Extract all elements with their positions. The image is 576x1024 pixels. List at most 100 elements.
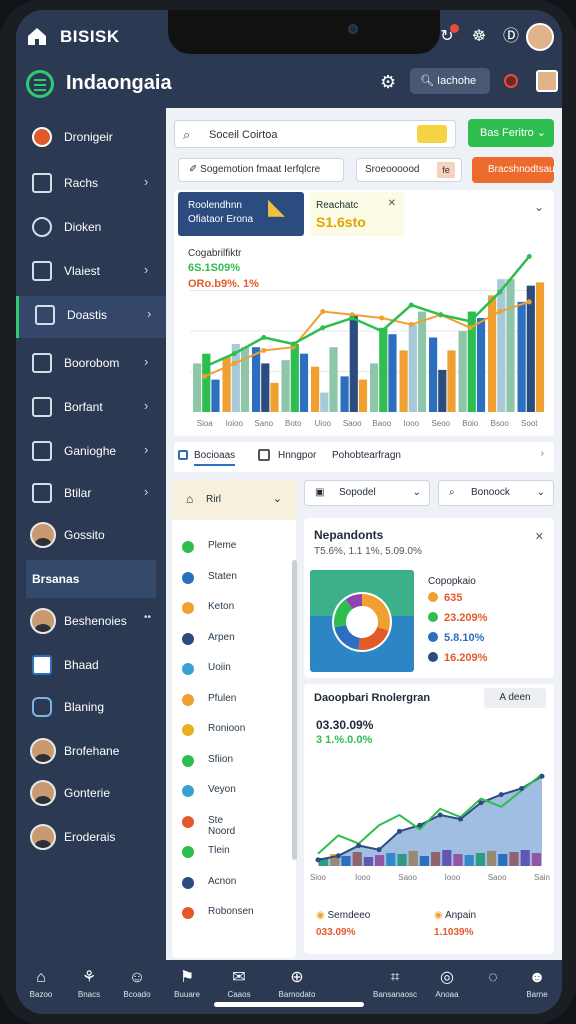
sidebar-item-label: Blaning bbox=[64, 700, 105, 714]
sidebar-person-brofehane[interactable]: Brofehane bbox=[16, 732, 166, 770]
bottom-nav-item[interactable]: ◎ Anoaa bbox=[422, 968, 472, 1008]
bottom-nav-item[interactable]: ☻ Barne bbox=[512, 968, 562, 1008]
x-tick-label: Sano bbox=[254, 419, 273, 428]
chevron-right-icon[interactable]: › bbox=[541, 448, 544, 459]
edit-icon: ✐ bbox=[189, 164, 198, 175]
sidebar-person-blaning[interactable]: Blaning bbox=[16, 688, 166, 726]
action-button[interactable]: Bracshnodtsau bbox=[472, 157, 555, 183]
bottom-nav-item[interactable]: ⌂ Bazoo bbox=[16, 968, 66, 1008]
window-icon bbox=[32, 397, 52, 417]
sidebar-item-doastis[interactable]: Doastis › bbox=[16, 296, 166, 338]
app-title: Indaongaia bbox=[66, 72, 172, 94]
sidebar-item-label: Rachs bbox=[64, 176, 99, 190]
line-point bbox=[290, 341, 296, 347]
line-point bbox=[408, 302, 414, 308]
home-icon[interactable] bbox=[26, 26, 48, 46]
area-point bbox=[458, 816, 464, 822]
profile-avatar[interactable] bbox=[536, 70, 558, 92]
chevron-right-icon: › bbox=[144, 484, 149, 499]
bar bbox=[358, 379, 368, 412]
legend-dot bbox=[428, 632, 438, 642]
menu-icon[interactable] bbox=[26, 70, 54, 98]
sidebar-item-label: Boorobom bbox=[64, 356, 120, 370]
close-icon[interactable]: ✕ bbox=[535, 530, 544, 543]
bar bbox=[488, 295, 497, 412]
list-item-icon bbox=[182, 541, 194, 553]
search-text: Soceil Coirtoa bbox=[209, 129, 278, 141]
area-point bbox=[539, 773, 545, 779]
bottom-nav-item[interactable]: ◌ bbox=[468, 968, 518, 1008]
scrollbar[interactable] bbox=[292, 560, 297, 860]
search-button[interactable]: 🔍︎ Iachohe bbox=[410, 68, 490, 94]
sidebar-item-label: Btilar bbox=[64, 486, 92, 500]
list-item-label: Robonsen bbox=[208, 906, 254, 917]
sidebar-person-eroderais[interactable]: Eroderais bbox=[16, 818, 166, 856]
bottom-nav-item[interactable]: ⚘ Bnacs bbox=[64, 968, 114, 1008]
nav-icon: ⊕ bbox=[290, 969, 304, 986]
nav-icon: ⌗ bbox=[390, 969, 400, 986]
x-tick-label: Iooo bbox=[355, 873, 371, 882]
dropdown-sopodel[interactable]: ▣ Sopodel ⌄ bbox=[304, 480, 430, 506]
search-submit-button[interactable] bbox=[417, 125, 447, 143]
sidebar-item-ganioghe[interactable]: Ganioghe › bbox=[16, 432, 166, 470]
gear-icon[interactable]: ⚙ bbox=[380, 72, 396, 93]
sidebar-item-dronigeir[interactable]: Dronigeir bbox=[16, 118, 166, 156]
search-icon: ⌕ bbox=[449, 487, 455, 498]
tab-bocioaas[interactable]: Bocioaas bbox=[194, 450, 236, 466]
sidebar-item-borfant[interactable]: Borfant › bbox=[16, 388, 166, 426]
area-point bbox=[437, 812, 443, 818]
bar bbox=[535, 282, 545, 412]
dropdown-bonoock[interactable]: ⌕ Bonoock ⌄ bbox=[438, 480, 554, 506]
bottom-nav-item[interactable]: ⌗ Bansanaosc bbox=[370, 968, 420, 1008]
legend-row: 5.8.10% bbox=[428, 632, 484, 644]
x-tick-label: Iooo bbox=[403, 419, 419, 428]
tab-pohobtearfragn[interactable]: Pohobtearfragn bbox=[332, 450, 401, 461]
select-chip[interactable]: Sroeoooood fe bbox=[356, 158, 462, 182]
legend-value: 635 bbox=[444, 592, 463, 604]
list-item-icon bbox=[182, 602, 194, 614]
record-icon[interactable] bbox=[504, 74, 518, 88]
bottom-nav-item[interactable]: ☺ Bcoado bbox=[112, 968, 162, 1008]
primary-button[interactable]: Bas Feritro ⌄ bbox=[468, 119, 554, 147]
sidebar-item-btilar[interactable]: Btilar › bbox=[16, 474, 166, 512]
bar bbox=[517, 301, 526, 412]
sidebar-item-label: Bhaad bbox=[64, 658, 99, 672]
user-circle-icon[interactable]: Ⓓ bbox=[500, 26, 522, 48]
area-point bbox=[335, 853, 341, 859]
search-input[interactable]: ⌕ Soceil Coirtoa bbox=[174, 120, 456, 148]
sidebar-item-gossito[interactable]: Gossito bbox=[16, 516, 166, 554]
avatar[interactable] bbox=[526, 23, 554, 51]
line-point bbox=[467, 318, 473, 324]
filter-chip[interactable]: ✐ Sogemotion fmaat Ierfqlcre bbox=[178, 158, 344, 182]
book-icon[interactable]: ☸ bbox=[468, 26, 490, 48]
chevron-right-icon: › bbox=[147, 306, 152, 321]
list-item-label: Keton bbox=[208, 601, 235, 612]
bar bbox=[370, 363, 379, 412]
sidebar-person-beshenoies[interactable]: Beshenoies •• bbox=[16, 602, 166, 640]
list-header[interactable]: ⌂ Rirl ⌄ bbox=[172, 480, 296, 520]
bar bbox=[379, 327, 388, 412]
sidebar-person-bhaad[interactable]: Bhaad bbox=[16, 646, 166, 684]
bar bbox=[340, 376, 349, 412]
legend-row: 635 bbox=[428, 592, 462, 604]
donut-slice bbox=[345, 594, 363, 610]
sidebar-item-dioken[interactable]: Dioken bbox=[16, 208, 166, 246]
footer-stat: ◉ Semdeeo 033.09% bbox=[316, 910, 370, 938]
bar bbox=[399, 350, 408, 412]
line-point bbox=[320, 325, 326, 331]
list-item-icon bbox=[182, 907, 194, 919]
stat-label: Semdeeo bbox=[327, 910, 371, 921]
sidebar-item-boorobom[interactable]: Boorobom › bbox=[16, 344, 166, 382]
chevron-right-icon: › bbox=[144, 174, 149, 189]
line-point bbox=[261, 334, 267, 340]
sidebar-item-vlaiest[interactable]: Vlaiest › bbox=[16, 252, 166, 290]
x-tick-label: Boto bbox=[285, 419, 302, 428]
bar bbox=[458, 331, 467, 412]
line-point bbox=[202, 364, 208, 370]
bar bbox=[388, 334, 397, 412]
sidebar-person-gonterie[interactable]: Gonterie bbox=[16, 774, 166, 812]
bottom-nav-item[interactable]: ⚑ Buuare bbox=[162, 968, 212, 1008]
sidebar-item-label: Dioken bbox=[64, 220, 102, 234]
sidebar-item-rachs[interactable]: Rachs › bbox=[16, 164, 166, 202]
tab-hnngpor[interactable]: Hnngpor bbox=[278, 450, 316, 461]
